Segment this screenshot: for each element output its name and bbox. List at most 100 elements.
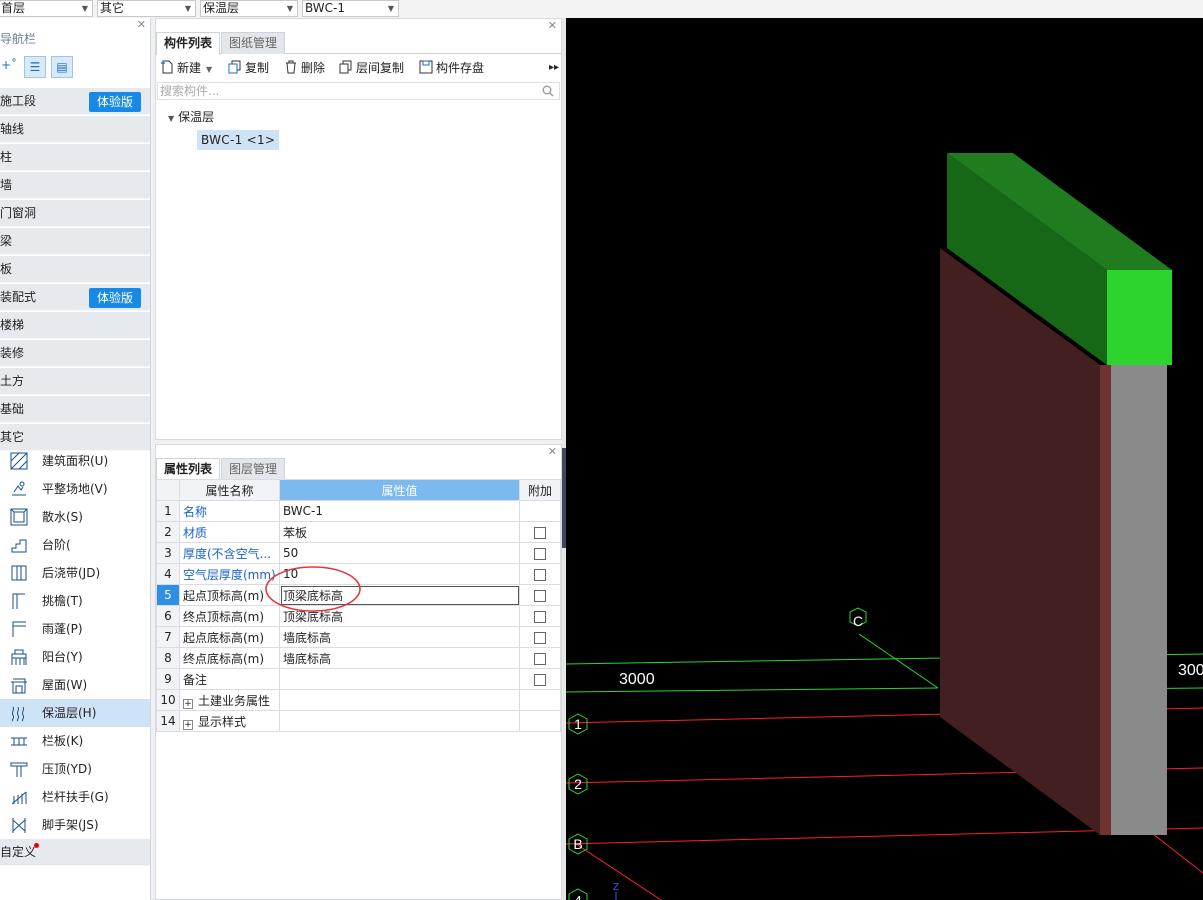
- nav-subitem-5[interactable]: 挑檐(T): [0, 587, 150, 615]
- nav-category-8[interactable]: 楼梯: [0, 312, 150, 339]
- nav-category-2[interactable]: 柱: [0, 144, 150, 171]
- property-name[interactable]: + 土建业务属性: [179, 689, 280, 711]
- component-dropdown[interactable]: BWC-1 ▼: [302, 0, 399, 17]
- property-row[interactable]: 9 备注: [156, 668, 561, 690]
- nav-category-6[interactable]: 板: [0, 256, 150, 283]
- property-extra: [519, 689, 561, 711]
- wall-edge: [1100, 365, 1111, 835]
- nav-category-3[interactable]: 墙: [0, 172, 150, 199]
- extra-checkbox[interactable]: [534, 610, 546, 623]
- property-value[interactable]: 墙底标高: [279, 626, 520, 648]
- copy-button[interactable]: 复制: [228, 59, 269, 77]
- delete-button[interactable]: 删除: [284, 59, 325, 77]
- expand-plus-icon[interactable]: +: [183, 719, 193, 730]
- insulation-layer[interactable]: [1111, 365, 1167, 835]
- property-row[interactable]: 3 厚度(不含空气... 50: [156, 542, 561, 564]
- property-value[interactable]: BWC-1: [279, 500, 520, 522]
- nav-category-custom[interactable]: 自定义: [0, 839, 150, 866]
- list-view-icon[interactable]: ☰: [24, 56, 46, 78]
- tab-property-list[interactable]: 属性列表: [156, 458, 221, 481]
- property-row[interactable]: 1 名称 BWC-1: [156, 500, 561, 522]
- nav-subitem-11[interactable]: 压顶(YD): [0, 755, 150, 783]
- 3d-viewport[interactable]: C 3000 300 1 2 B 4 Z: [566, 18, 1203, 900]
- property-value[interactable]: [279, 668, 520, 690]
- nav-category-label: 板: [0, 262, 13, 276]
- tree-node-insulation[interactable]: ▼ 保温层: [168, 107, 214, 129]
- property-value[interactable]: [279, 689, 520, 711]
- row-number: 4: [156, 563, 180, 585]
- nav-subitem-13[interactable]: 脚手架(JS): [0, 811, 150, 839]
- sparkle-add-icon[interactable]: +˚: [1, 58, 17, 72]
- nav-category-7[interactable]: 装配式 体验版: [0, 284, 150, 311]
- nav-category-0[interactable]: 施工段 体验版: [0, 88, 150, 115]
- property-row[interactable]: 2 材质 苯板: [156, 521, 561, 543]
- nav-subitem-1[interactable]: 平整场地(V): [0, 475, 150, 503]
- search-input[interactable]: 搜索构件...: [157, 82, 560, 100]
- expand-plus-icon[interactable]: +: [183, 698, 193, 709]
- category-dropdown[interactable]: 其它 ▼: [97, 0, 196, 17]
- property-value[interactable]: 50: [279, 542, 520, 564]
- nav-category-9[interactable]: 装修: [0, 340, 150, 367]
- insulation-icon: [11, 706, 25, 722]
- expand-arrow-icon[interactable]: ▼: [168, 114, 174, 123]
- property-row[interactable]: 7 起点底标高(m) 墙底标高: [156, 626, 561, 648]
- trial-badge[interactable]: 体验版: [89, 288, 141, 308]
- property-row[interactable]: 14 + 显示样式: [156, 710, 561, 732]
- extra-checkbox[interactable]: [534, 631, 546, 644]
- nav-subitem-3[interactable]: 台阶(: [0, 531, 150, 559]
- nav-category-1[interactable]: 轴线: [0, 116, 150, 143]
- type-dropdown[interactable]: 保温层 ▼: [200, 0, 298, 17]
- extra-checkbox[interactable]: [534, 547, 546, 560]
- close-icon[interactable]: ✕: [137, 18, 146, 31]
- nav-category-4[interactable]: 门窗洞: [0, 200, 150, 227]
- floor-dropdown[interactable]: 首层 ▼: [0, 0, 93, 17]
- property-name: 终点底标高(m): [179, 647, 280, 669]
- property-row[interactable]: 8 终点底标高(m) 墙底标高: [156, 647, 561, 669]
- property-value[interactable]: 墙底标高: [279, 647, 520, 669]
- trial-badge[interactable]: 体验版: [89, 92, 141, 112]
- nav-subitem-4[interactable]: 后浇带(JD): [0, 559, 150, 587]
- nav-subitem-6[interactable]: 雨蓬(P): [0, 615, 150, 643]
- detail-view-icon[interactable]: ▤: [51, 56, 73, 78]
- nav-category-10[interactable]: 土方: [0, 368, 150, 395]
- property-name[interactable]: + 显示样式: [179, 710, 280, 732]
- close-icon[interactable]: ✕: [548, 445, 557, 458]
- extra-checkbox[interactable]: [534, 673, 546, 686]
- search-icon[interactable]: [542, 85, 554, 97]
- extra-checkbox[interactable]: [534, 589, 546, 602]
- tab-layer-management[interactable]: 图层管理: [221, 458, 286, 480]
- nav-subitem-0[interactable]: 建筑面积(U): [0, 447, 150, 475]
- tree-node-bwc1[interactable]: BWC-1 <1>: [197, 130, 280, 150]
- apron-icon: [10, 508, 28, 526]
- nav-subitem-8[interactable]: 屋面(W): [0, 671, 150, 699]
- extra-checkbox[interactable]: [534, 526, 546, 539]
- nav-subitem-label: 雨蓬(P): [42, 622, 83, 636]
- nav-subitem-label: 压顶(YD): [42, 762, 92, 776]
- extra-checkbox[interactable]: [534, 568, 546, 581]
- property-name-text: 终点底标高(m): [183, 651, 265, 666]
- nav-subitem-label: 阳台(Y): [42, 650, 83, 664]
- nav-subitem-7[interactable]: 阳台(Y): [0, 643, 150, 671]
- floor-copy-button[interactable]: 层间复制: [339, 59, 404, 77]
- 3d-scene[interactable]: C 3000 300 1 2 B 4 Z: [566, 18, 1203, 900]
- beam-end-face[interactable]: [1107, 270, 1172, 365]
- nav-category-11[interactable]: 基础: [0, 396, 150, 423]
- nav-subitem-10[interactable]: 栏板(K): [0, 727, 150, 755]
- search-placeholder: 搜索构件...: [160, 84, 220, 98]
- nav-subitem-12[interactable]: 栏杆扶手(G): [0, 783, 150, 811]
- nav-subitem-2[interactable]: 散水(S): [0, 503, 150, 531]
- z-axis-label: Z: [613, 882, 619, 893]
- property-value[interactable]: 苯板: [279, 521, 520, 543]
- more-tools-icon[interactable]: ▸▸: [549, 59, 559, 77]
- nav-category-5[interactable]: 梁: [0, 228, 150, 255]
- save-component-button[interactable]: 构件存盘: [419, 59, 484, 77]
- property-name-text: 厚度(不含空气...: [183, 546, 272, 561]
- property-value[interactable]: [279, 710, 520, 732]
- property-row[interactable]: 10 + 土建业务属性: [156, 689, 561, 711]
- nav-subitem-9[interactable]: 保温层(H): [0, 699, 150, 727]
- tab-drawing-management[interactable]: 图纸管理: [221, 32, 286, 54]
- extra-checkbox[interactable]: [534, 652, 546, 665]
- close-icon[interactable]: ✕: [548, 19, 557, 32]
- tab-component-list[interactable]: 构件列表: [156, 32, 221, 55]
- new-button[interactable]: 新建 ▼: [160, 59, 212, 77]
